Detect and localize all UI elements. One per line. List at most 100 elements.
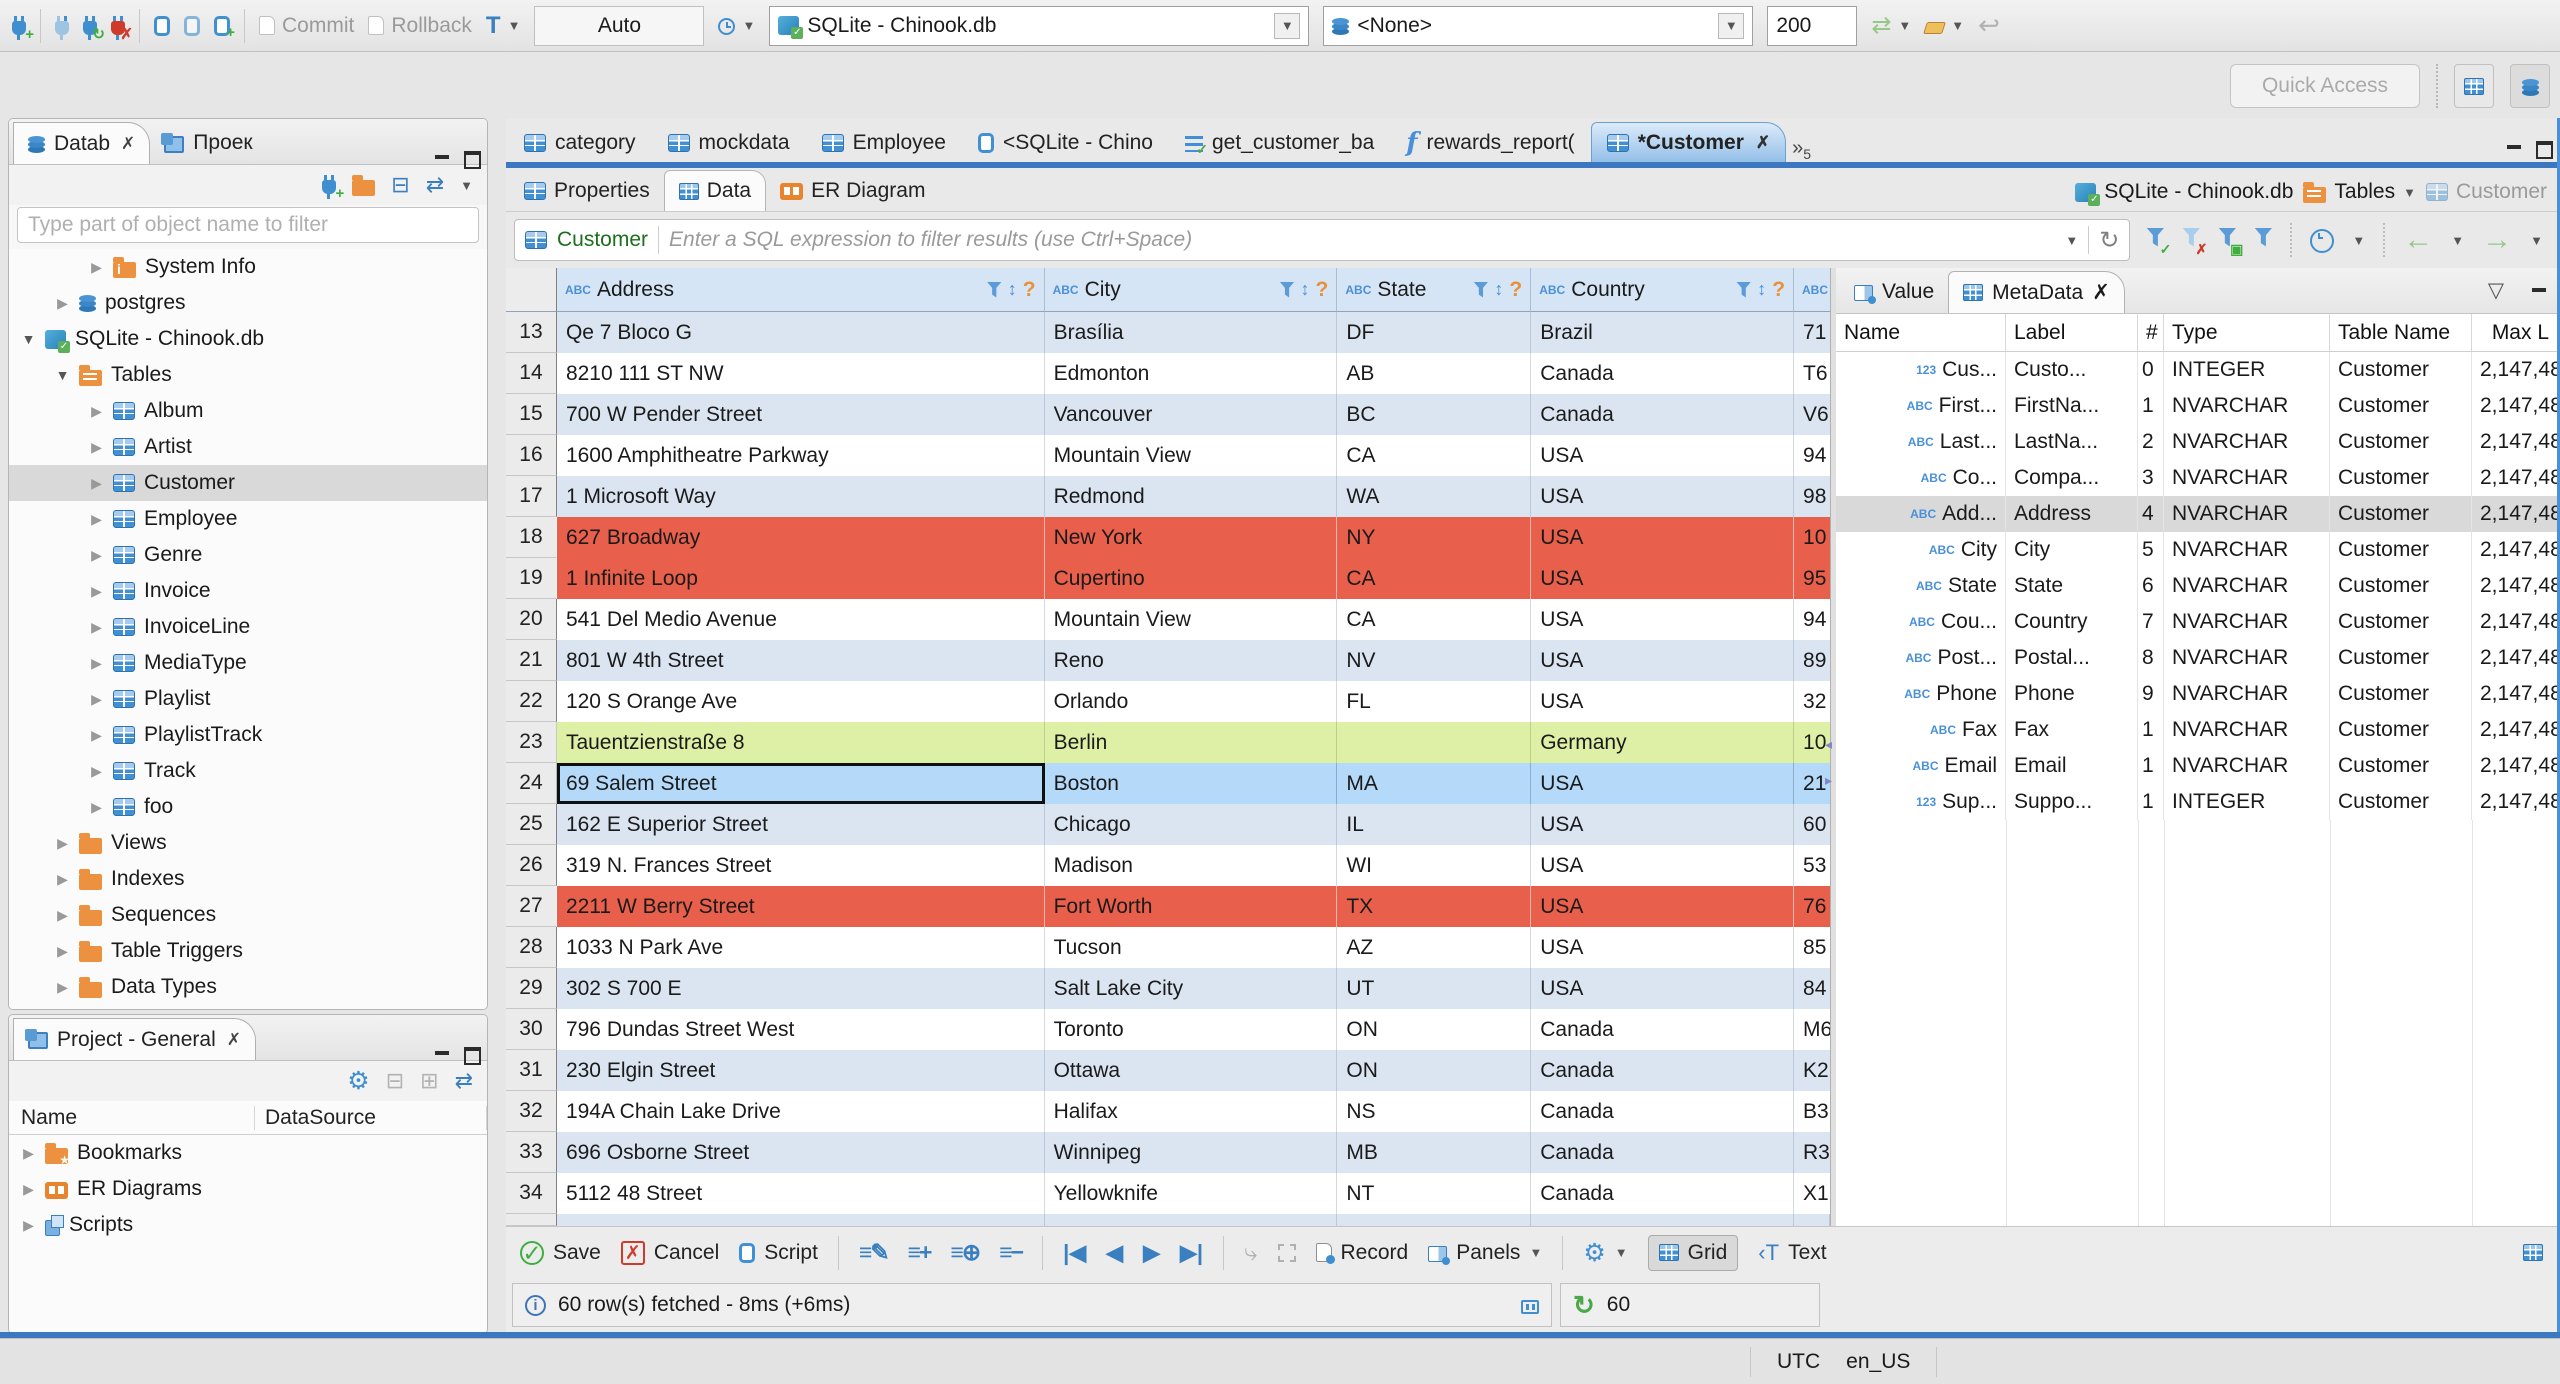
expand-arrow-icon[interactable]: ▶ xyxy=(89,691,104,708)
cell-extra[interactable]: 10 xyxy=(1794,517,1830,558)
row-number[interactable]: 34 xyxy=(506,1173,557,1214)
metadata-label[interactable]: City xyxy=(2006,532,2138,568)
new-folder-icon[interactable] xyxy=(352,174,376,196)
subtab-data[interactable]: Data xyxy=(663,170,767,211)
metadata-row-compa[interactable]: ABC Co... Compa... 3 NVARCHAR Customer 2,147,4… xyxy=(1836,460,2557,496)
cell-state[interactable]: CA xyxy=(1337,599,1532,640)
metadata-label[interactable]: Country xyxy=(2006,604,2138,640)
tree-item-sequences[interactable]: ▶ Sequences xyxy=(9,897,487,933)
cell-city[interactable]: Madison xyxy=(1044,845,1338,886)
metadata-name[interactable]: ABC State xyxy=(1836,568,2006,604)
tab-metadata[interactable]: MetaData ✗ xyxy=(1948,271,2125,313)
grid-view-button[interactable]: Grid xyxy=(1647,1234,1739,1271)
row-number[interactable]: 23 xyxy=(506,722,557,763)
cell-extra[interactable]: 94 xyxy=(1794,435,1830,476)
minimize-icon[interactable] xyxy=(435,152,450,164)
editor-tab-get-customer-ba[interactable]: get_customer_ba xyxy=(1169,122,1390,162)
expand-arrow-icon[interactable]: ▶ xyxy=(21,1181,36,1198)
auto-sync-dropdown[interactable]: ⇄ ▼ xyxy=(1871,11,1911,40)
tree-item-views[interactable]: ▶ Views xyxy=(9,825,487,861)
cell-extra[interactable]: 71 xyxy=(1794,312,1830,353)
close-icon[interactable]: ✗ xyxy=(227,1030,241,1050)
expand-arrow-icon[interactable]: ▶ xyxy=(89,259,104,276)
editor-tab-category[interactable]: category xyxy=(508,122,652,162)
row-number[interactable]: 29 xyxy=(506,968,557,1009)
column-header-name[interactable]: Name xyxy=(9,1105,255,1130)
collapse-arrow-icon[interactable]: ▼ xyxy=(21,331,36,347)
cell-city[interactable]: Yellowknife xyxy=(1044,1173,1338,1214)
new-sql-script-icon[interactable]: + xyxy=(214,15,235,40)
close-icon[interactable]: ✗ xyxy=(1756,133,1770,153)
cell-address[interactable]: 8210 111 ST NW xyxy=(556,353,1045,394)
delete-row-icon[interactable]: ≡− xyxy=(999,1239,1024,1266)
cell-address[interactable]: 230 Elgin Street xyxy=(556,1050,1045,1091)
metadata-table-name[interactable]: Customer xyxy=(2330,712,2472,748)
navigator-filter-input[interactable]: Type part of object name to filter xyxy=(17,207,479,243)
row-number[interactable]: 22 xyxy=(506,681,557,722)
maximize-icon[interactable] xyxy=(464,151,481,169)
column-header-country[interactable]: ABC Country ↕? xyxy=(1531,268,1795,312)
view-menu-icon[interactable]: ▼ xyxy=(460,178,473,193)
tree-item-album[interactable]: ▶ Album xyxy=(9,393,487,429)
cell-extra[interactable]: 94 xyxy=(1794,599,1830,640)
metadata-name[interactable]: ABC Phone xyxy=(1836,676,2006,712)
cell-address[interactable]: 5112 48 Street xyxy=(556,1173,1045,1214)
metadata-label[interactable]: Postal... xyxy=(2006,640,2138,676)
editor-tab-employee[interactable]: Employee xyxy=(806,122,962,162)
metadata-column-header-name[interactable]: Name xyxy=(1836,314,2006,351)
cell-state[interactable]: NT xyxy=(1337,1173,1532,1214)
metadata-ordinal[interactable]: 2 xyxy=(2138,424,2164,460)
quick-access-input[interactable]: Quick Access xyxy=(2230,64,2420,108)
cell-country[interactable]: USA xyxy=(1531,968,1795,1009)
tree-item-tables[interactable]: ▼ Tables xyxy=(9,357,487,393)
cell-address[interactable]: 319 N. Frances Street xyxy=(556,845,1045,886)
script-button[interactable]: Script xyxy=(739,1241,818,1265)
cell-address[interactable]: 69 Salem Street xyxy=(556,763,1045,804)
cell-extra[interactable]: T6 xyxy=(1794,353,1830,394)
cell-state[interactable]: CA xyxy=(1337,558,1532,599)
metadata-column-header-label[interactable]: Label xyxy=(2006,314,2138,351)
tree-item-indexes[interactable]: ▶ Indexes xyxy=(9,861,487,897)
cell-extra[interactable]: 53 xyxy=(1794,845,1830,886)
cell-state[interactable]: DF xyxy=(1337,312,1532,353)
metadata-max-length[interactable]: 2,147,483 xyxy=(2472,748,2557,784)
cell[interactable] xyxy=(1044,1214,1338,1226)
cell-city[interactable]: Vancouver xyxy=(1044,394,1338,435)
column-header-extra[interactable]: ABC xyxy=(1794,268,1830,312)
metadata-name[interactable]: 123 Cus... xyxy=(1836,352,2006,388)
save-button[interactable]: ✓ Save xyxy=(520,1240,601,1265)
new-connection-icon[interactable]: + xyxy=(12,15,34,42)
expand-arrow-icon[interactable]: ▶ xyxy=(89,763,104,780)
metadata-label[interactable]: Phone xyxy=(2006,676,2138,712)
cell-state[interactable]: NY xyxy=(1337,517,1532,558)
row-number[interactable]: 21 xyxy=(506,640,557,681)
last-row-icon[interactable]: ▶| xyxy=(1180,1240,1203,1266)
row-number[interactable]: 24 xyxy=(506,763,557,804)
cell-address[interactable]: 627 Broadway xyxy=(556,517,1045,558)
sort-icon[interactable]: ↕ xyxy=(1757,279,1766,300)
metadata-max-length[interactable]: 2,147,483 xyxy=(2472,568,2557,604)
editor-tab-customer[interactable]: *Customer ✗ xyxy=(1590,122,1787,162)
cell-state[interactable] xyxy=(1337,722,1532,763)
metadata-max-length[interactable]: 2,147,483 xyxy=(2472,532,2557,568)
cell-address[interactable]: 700 W Pender Street xyxy=(556,394,1045,435)
duplicate-row-icon[interactable]: ≡⊕ xyxy=(951,1239,982,1266)
metadata-type[interactable]: NVARCHAR xyxy=(2164,568,2330,604)
collapse-right-icon[interactable]: ▸ xyxy=(1825,772,1832,789)
tree-item-invoiceline[interactable]: ▶ InvoiceLine xyxy=(9,609,487,645)
cell-city[interactable]: Berlin xyxy=(1044,722,1338,763)
metadata-row-phone[interactable]: ABCPhonePhone9NVARCHARCustomer2,147,483 xyxy=(1836,676,2557,712)
back-arrow-icon[interactable]: ← xyxy=(2403,223,2433,257)
close-icon[interactable]: ✗ xyxy=(121,134,135,154)
column-header-state[interactable]: ABC State ↕? xyxy=(1337,268,1532,312)
cell-country[interactable]: Canada xyxy=(1531,1091,1795,1132)
cell-extra[interactable]: 98 xyxy=(1794,476,1830,517)
cell-country[interactable]: Canada xyxy=(1531,1173,1795,1214)
transaction-mode-dropdown[interactable]: T ▼ xyxy=(486,12,521,40)
cell-extra[interactable]: 85 xyxy=(1794,927,1830,968)
fetch-page-icon[interactable]: ⤷ xyxy=(1244,1239,1257,1267)
open-sql-script-icon[interactable] xyxy=(184,15,200,36)
metadata-name[interactable]: ABC Last... xyxy=(1836,424,2006,460)
minimize-icon[interactable] xyxy=(2532,285,2547,297)
sort-icon[interactable]: ↕ xyxy=(1008,279,1017,300)
